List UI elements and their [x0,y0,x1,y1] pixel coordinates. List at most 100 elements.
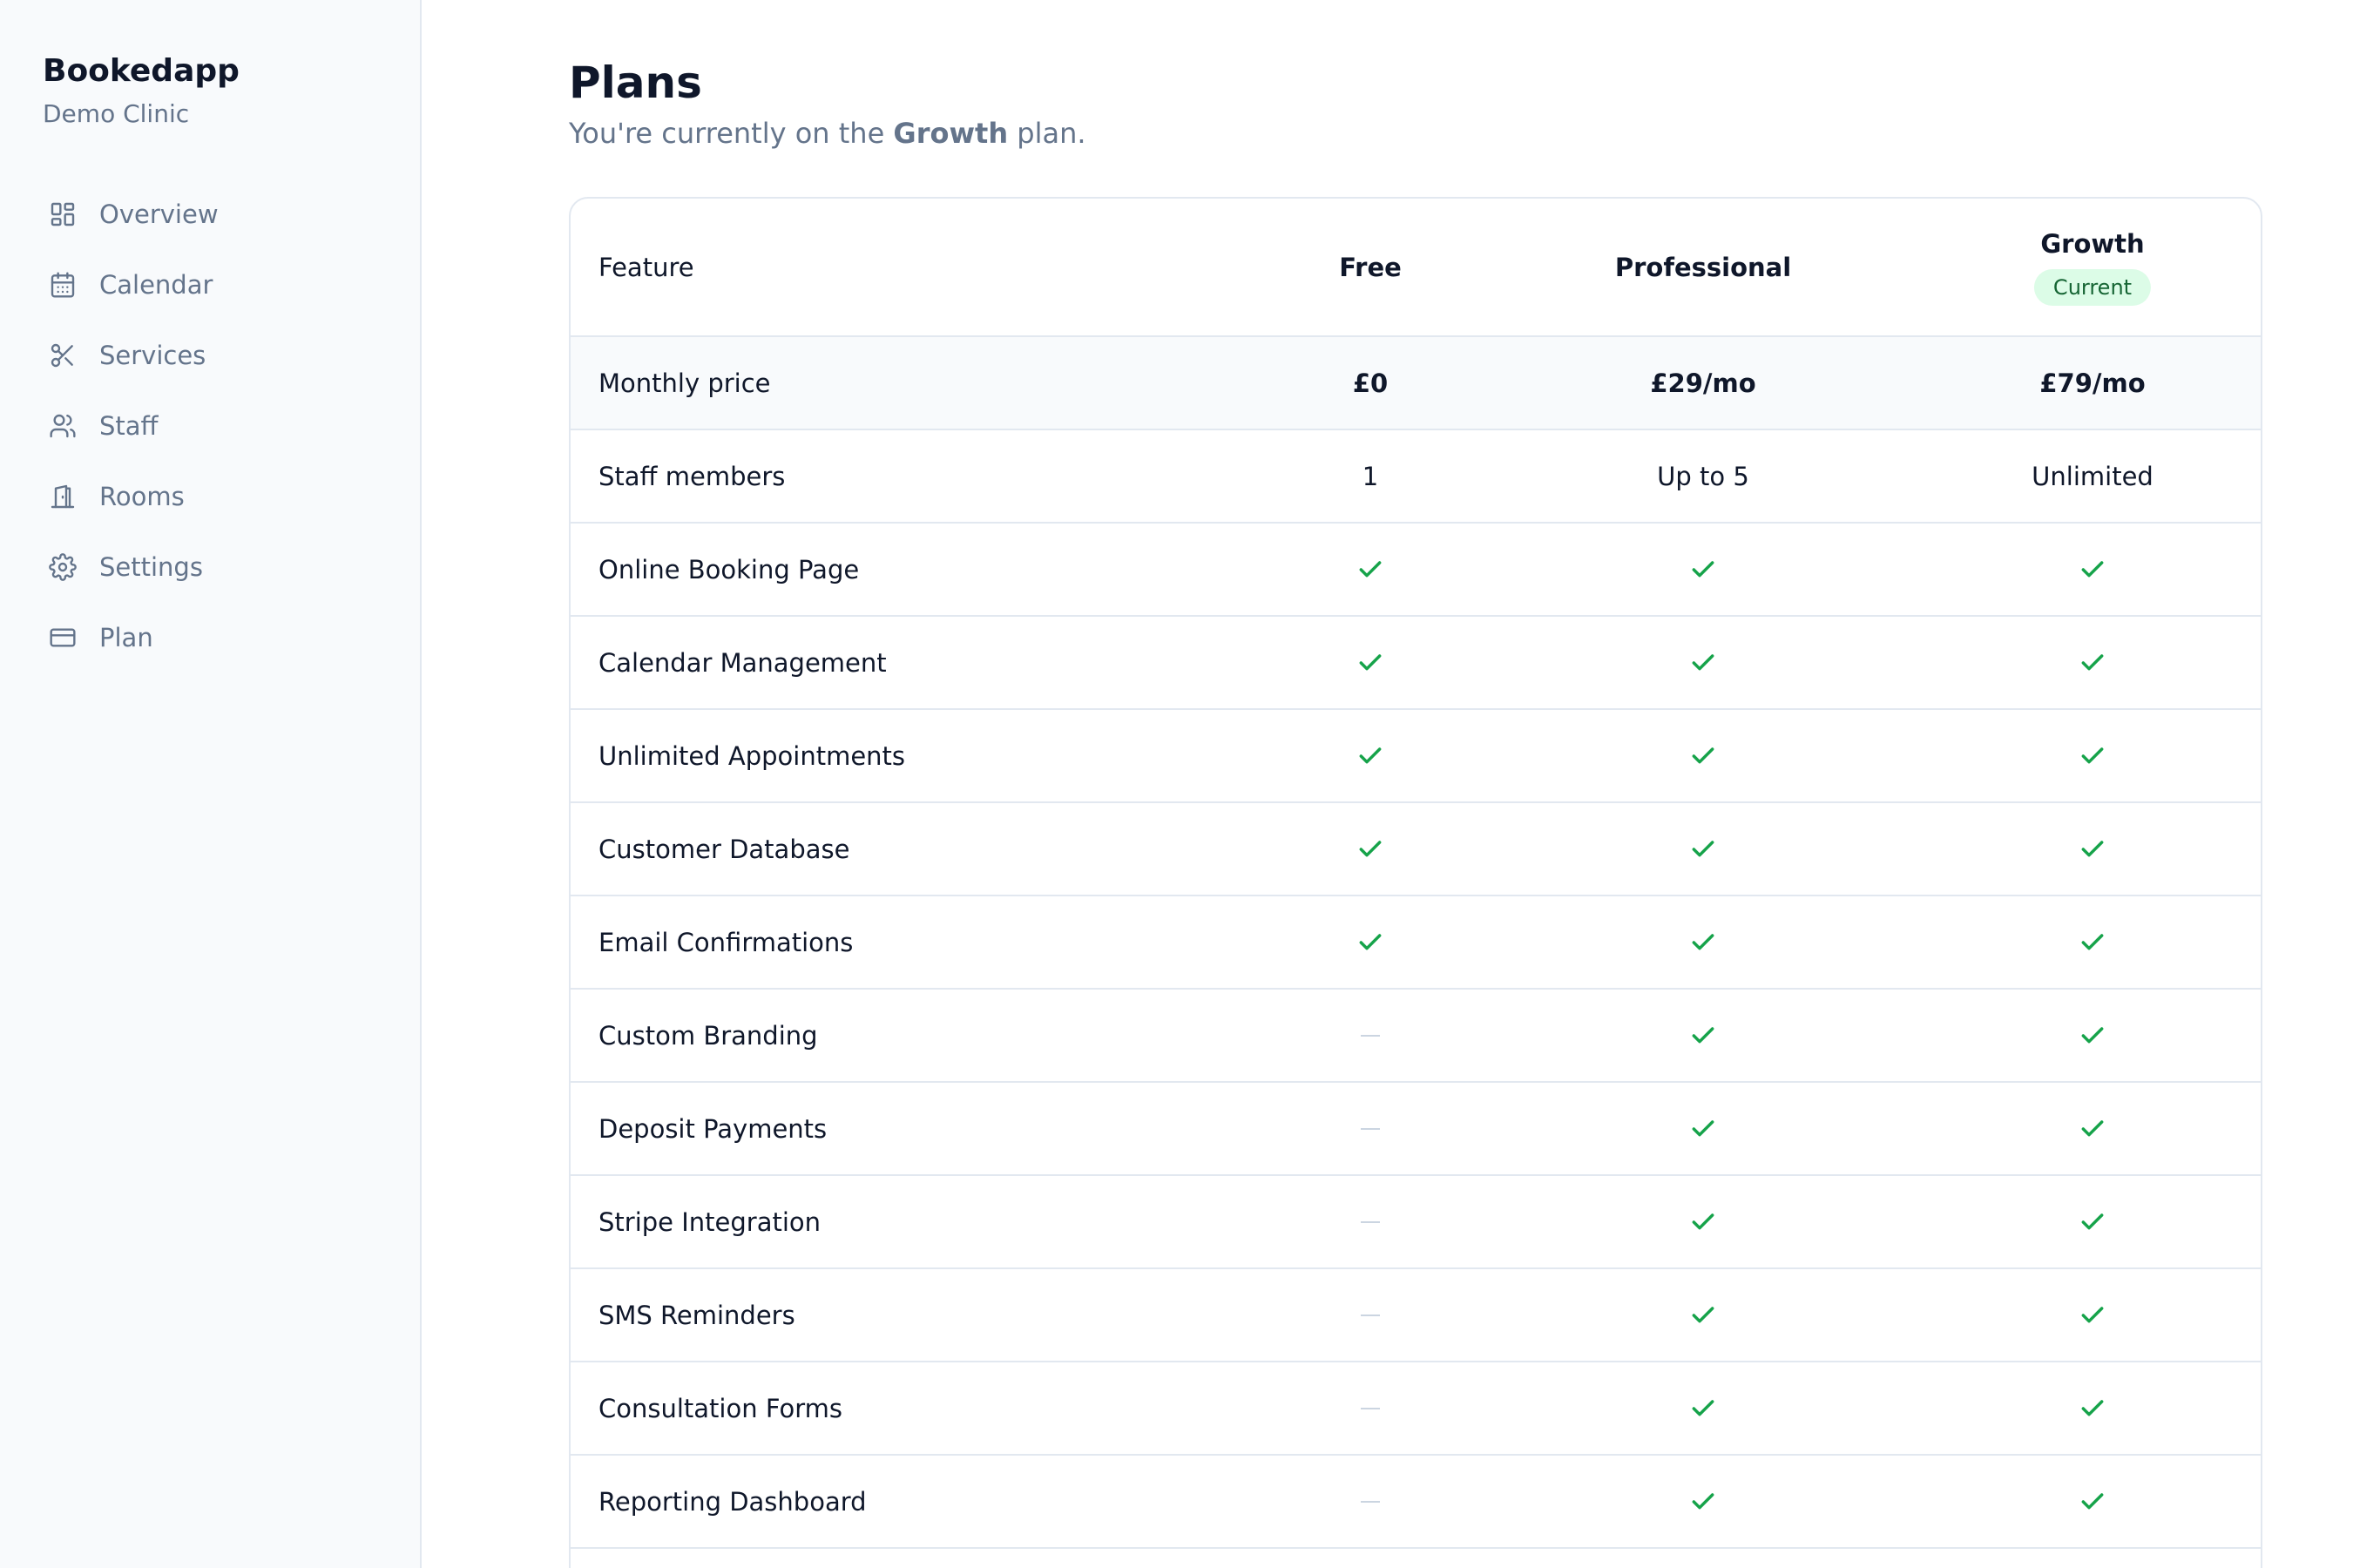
check-icon [1356,835,1384,863]
row-label: Calendar Management [598,647,887,678]
check-icon [1689,1022,1717,1050]
row-label: Reporting Dashboard [598,1486,867,1517]
sidebar-item-plan[interactable]: Plan [37,602,402,672]
row-label: Staff members [598,461,786,491]
calendar-icon [49,271,77,299]
page-subtitle: You're currently on the Growth plan. [569,116,1086,151]
check-icon [1689,742,1717,770]
table-row: Custom Branding [571,990,2261,1083]
sidebar-item-label: Calendar [99,269,213,300]
check-icon [2079,742,2106,770]
check-icon [1689,1395,1717,1423]
check-icon [2079,1115,2106,1143]
check-icon [2079,556,2106,584]
sidebar-item-label: Staff [99,410,159,441]
feature-rows: Online Booking Page Calendar Management Un… [571,524,2261,1549]
row-label: Customer Database [598,834,850,864]
professional-plan-name: Professional [1614,252,1792,282]
row-label: Unlimited Appointments [598,740,906,771]
check-icon [1689,649,1717,677]
table-row: Online Booking Page [571,524,2261,617]
plans-table: Feature Free Professional Growth Current… [569,197,2262,1568]
growth-staff-limit: Unlimited [2032,461,2153,491]
check-icon [1689,1115,1717,1143]
check-icon [1689,1301,1717,1329]
free-plan-name: Free [1339,252,1402,282]
brand-name: Bookedapp [43,53,240,89]
sidebar-item-rooms[interactable]: Rooms [37,461,402,531]
row-label: Consultation Forms [598,1393,842,1423]
dash-icon [1361,1500,1380,1503]
dash-mark [1361,1034,1380,1037]
sidebar-item-label: Rooms [99,481,185,511]
check-icon [1689,835,1717,863]
growth-column-header: Growth Current [2033,228,2152,306]
credit-card-icon [49,624,77,652]
dash-mark [1361,1407,1380,1409]
sidebar-item-overview[interactable]: Overview [37,179,402,249]
table-row-staff-members: Staff members 1 Up to 5 Unlimited [571,430,2261,524]
check-icon [2079,1301,2106,1329]
growth-price: £79/mo [2039,368,2146,398]
feature-column-header: Feature [598,252,694,282]
check-icon [1689,1208,1717,1236]
dash-mark [1361,1220,1380,1223]
row-label: Online Booking Page [598,554,860,585]
subtitle-suffix: plan. [1008,117,1086,150]
sidebar-item-label: Overview [99,199,219,229]
table-row: Customer Database [571,803,2261,896]
free-staff-limit: 1 [1362,461,1379,491]
current-plan-name: Growth [893,117,1009,150]
check-icon [1689,1488,1717,1516]
dash-mark [1361,1314,1380,1316]
check-icon [1689,929,1717,956]
check-icon [2079,1022,2106,1050]
sidebar-item-settings[interactable]: Settings [37,531,402,602]
current-plan-badge: Current [2033,268,2152,306]
check-icon [1689,556,1717,584]
check-icon [1356,742,1384,770]
table-row: Consultation Forms [571,1362,2261,1456]
row-label: Stripe Integration [598,1206,822,1237]
check-icon [1356,649,1384,677]
table-row: Stripe Integration [571,1176,2261,1269]
free-column-header: Free [1339,253,1402,282]
table-row-monthly-price: Monthly price £0 £29/mo £79/mo [571,337,2261,430]
overview-icon [49,200,77,228]
door-icon [49,483,77,510]
row-label: Monthly price [598,368,771,398]
sidebar-item-label: Plan [99,622,153,652]
sidebar-item-label: Settings [99,551,203,582]
sidebar-nav: Overview Calendar Services Staff Rooms S… [37,179,402,672]
dash-icon [1361,1407,1380,1409]
table-header: Feature Free Professional Growth Current [571,199,2261,337]
dash-icon [1361,1127,1380,1130]
sidebar-item-services[interactable]: Services [37,320,402,390]
professional-price: £29/mo [1650,368,1756,398]
row-label: Email Confirmations [598,927,854,957]
check-icon [2079,1488,2106,1516]
dash-icon [1361,1034,1380,1037]
dash-icon [1361,1220,1380,1223]
row-label: SMS Reminders [598,1300,795,1330]
dash-icon [1361,1314,1380,1316]
dash-mark [1361,1500,1380,1503]
subtitle-prefix: You're currently on the [569,117,894,150]
check-icon [1356,929,1384,956]
check-icon [2079,1208,2106,1236]
free-price: £0 [1352,368,1389,398]
users-icon [49,412,77,440]
table-row: Unlimited Appointments [571,710,2261,803]
growth-plan-name: Growth [2040,228,2145,259]
check-icon [1356,556,1384,584]
sidebar: Bookedapp Demo Clinic Overview Calendar … [0,0,422,1568]
sidebar-item-label: Services [99,340,206,370]
gear-icon [49,552,77,581]
professional-column-header: Professional [1615,253,1791,282]
clinic-name: Demo Clinic [43,99,190,128]
sidebar-item-staff[interactable]: Staff [37,390,402,461]
check-icon [2079,835,2106,863]
table-row: SMS Reminders [571,1269,2261,1362]
page-title: Plans [569,57,702,108]
sidebar-item-calendar[interactable]: Calendar [37,249,402,320]
